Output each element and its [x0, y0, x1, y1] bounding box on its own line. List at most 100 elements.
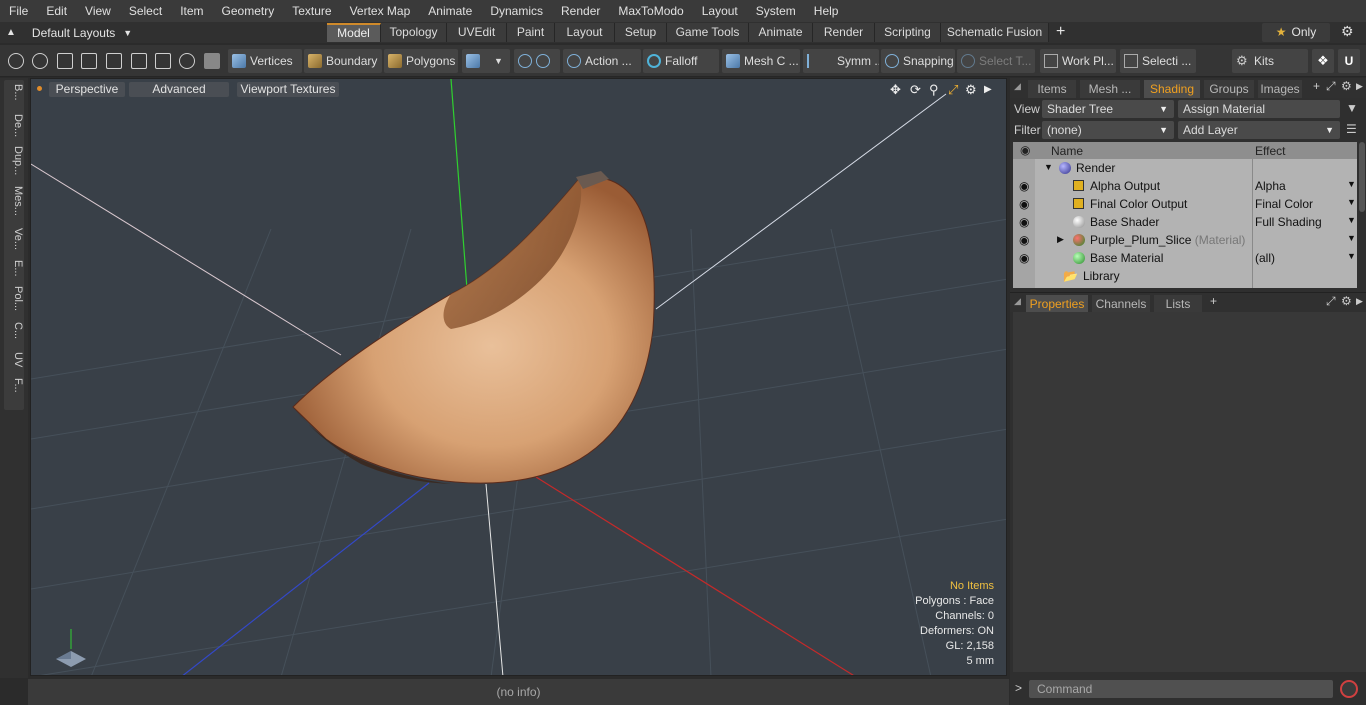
snapping-button[interactable]: Snapping [881, 49, 955, 73]
menu-help[interactable]: Help [805, 0, 848, 22]
brush-icon[interactable] [81, 53, 97, 69]
menu-view[interactable]: View [76, 0, 120, 22]
command-input[interactable] [1029, 680, 1333, 698]
tab-shading[interactable]: Shading [1144, 80, 1200, 98]
eye-icon[interactable]: ◉ [1019, 251, 1031, 265]
3d-viewport[interactable]: Perspective Advanced Viewport Textures ✥… [30, 78, 1007, 676]
tab-topology[interactable]: Topology [381, 23, 447, 42]
menu-maxtomodo[interactable]: MaxToModo [609, 0, 692, 22]
add-tab-icon[interactable]: + [1210, 294, 1217, 308]
rotate-icon[interactable]: ⟳ [910, 82, 921, 98]
symmetry-toggle-button[interactable] [514, 49, 560, 73]
gear-icon[interactable]: ⚙ [965, 82, 977, 98]
maximize-icon[interactable]: ⤢ [948, 82, 958, 98]
gear-icon[interactable]: ⚙ [1341, 23, 1354, 40]
menu-layout[interactable]: Layout [693, 0, 747, 22]
vertices-button[interactable]: Vertices [228, 49, 302, 73]
tab-uvedit[interactable]: UVEdit [447, 23, 507, 42]
tab-animate[interactable]: Animate [749, 23, 813, 42]
expand-icon[interactable]: ⤢ [1326, 79, 1336, 94]
tab-properties[interactable]: Properties [1026, 295, 1088, 313]
select-circle-icon[interactable] [8, 53, 24, 69]
shader-tree-scrollbar[interactable] [1359, 142, 1365, 212]
left-tab-edge[interactable]: E... [4, 260, 24, 277]
item-mode-icon[interactable] [204, 53, 220, 69]
play-icon[interactable]: ▶ [1356, 296, 1363, 307]
move-icon[interactable]: ✥ [890, 82, 901, 98]
menu-edit[interactable]: Edit [37, 0, 76, 22]
eye-icon[interactable]: ◉ [1019, 179, 1031, 193]
advanced-button[interactable]: Advanced [129, 82, 229, 97]
gear-icon[interactable]: ⚙ [1341, 294, 1352, 308]
left-tab-basic[interactable]: B... [4, 84, 24, 101]
kits-button[interactable]: ⚙ Kits [1232, 49, 1308, 73]
expand-arrow-icon[interactable]: ▶ [1057, 234, 1064, 245]
filter-dropdown[interactable]: (none) ▼ [1042, 121, 1174, 139]
action-button[interactable]: Action ... [563, 49, 641, 73]
menu-animate[interactable]: Animate [419, 0, 481, 22]
menu-texture[interactable]: Texture [283, 0, 340, 22]
menu-file[interactable]: File [0, 0, 37, 22]
menu-dynamics[interactable]: Dynamics [481, 0, 552, 22]
view-dropdown[interactable]: Shader Tree ▼ [1042, 100, 1174, 118]
name-column-header[interactable]: Name [1051, 144, 1083, 158]
mesh-constraints-button[interactable]: Mesh C ... [722, 49, 800, 73]
left-tab-curve[interactable]: C... [4, 322, 24, 339]
left-tab-polygon[interactable]: Pol... [4, 286, 24, 311]
layouts-dropdown[interactable]: ▲ Default Layouts ▼ [6, 22, 132, 43]
selection-sets-button[interactable]: Selecti ... [1120, 49, 1196, 73]
chevron-down-icon[interactable]: ▼ [1347, 215, 1356, 225]
viewport-textures-button[interactable]: Viewport Textures [237, 82, 339, 97]
gear-icon[interactable]: ⚙ [1341, 79, 1352, 93]
align-icon[interactable] [106, 53, 122, 69]
chevron-down-icon[interactable]: ▼ [1347, 251, 1356, 261]
perspective-button[interactable]: Perspective [49, 82, 125, 97]
effect-column-header[interactable]: Effect [1255, 144, 1285, 158]
unreal-button[interactable]: U [1338, 49, 1360, 73]
tab-items[interactable]: Items [1028, 80, 1076, 98]
tab-scripting[interactable]: Scripting [875, 23, 941, 42]
panel-menu-icon[interactable]: ◢ [1014, 296, 1021, 307]
tab-layout[interactable]: Layout [555, 23, 615, 42]
zoom-icon[interactable]: ⚲ [929, 82, 939, 98]
left-tab-duplicate[interactable]: Dup... [4, 146, 24, 175]
left-tab-vertex[interactable]: Ve... [4, 228, 24, 250]
select-through-button[interactable]: Select T... [957, 49, 1035, 73]
left-tab-deform[interactable]: De... [4, 114, 24, 137]
menu-geometry[interactable]: Geometry [213, 0, 284, 22]
table-row[interactable]: ◉ Base Material (all) ▼ [1013, 249, 1357, 267]
list-options-icon[interactable]: ☰ [1346, 122, 1357, 136]
table-row[interactable]: ◉ Alpha Output Alpha ▼ [1013, 177, 1357, 195]
polygons-button[interactable]: Polygons [384, 49, 458, 73]
record-icon[interactable] [1340, 680, 1358, 698]
tab-images[interactable]: Images [1258, 80, 1302, 98]
clock-icon[interactable] [179, 53, 195, 69]
tab-game-tools[interactable]: Game Tools [667, 23, 749, 42]
falloff-button[interactable]: Falloff [643, 49, 719, 73]
add-layer-dropdown[interactable]: Add Layer ▼ [1178, 121, 1340, 139]
expand-arrow-icon[interactable]: ▼ [1044, 162, 1053, 172]
symmetry-button[interactable]: Symm ... [803, 49, 879, 73]
eye-icon[interactable]: ◉ [1019, 197, 1031, 211]
assign-material-button[interactable]: Assign Material [1178, 100, 1340, 118]
menu-item[interactable]: Item [171, 0, 212, 22]
chevron-down-icon[interactable]: ▼ [1347, 233, 1356, 243]
table-row[interactable]: ◉ Base Shader Full Shading ▼ [1013, 213, 1357, 231]
table-row[interactable]: ▼ Render [1013, 159, 1357, 177]
left-tab-uv[interactable]: UV [4, 352, 24, 367]
work-plane-button[interactable]: Work Pl... [1040, 49, 1116, 73]
grid-icon[interactable] [131, 53, 147, 69]
expand-icon[interactable]: ⤢ [1326, 294, 1336, 309]
eye-icon[interactable]: ◉ [1019, 215, 1031, 229]
globe-icon[interactable] [32, 53, 48, 69]
play-icon[interactable]: ▶ [1356, 81, 1363, 92]
chevron-down-icon[interactable]: ▼ [1347, 197, 1356, 207]
tab-lists[interactable]: Lists [1154, 295, 1202, 313]
only-toggle[interactable]: ★ Only [1262, 23, 1330, 42]
tab-channels[interactable]: Channels [1092, 295, 1150, 313]
tab-schematic-fusion[interactable]: Schematic Fusion [941, 23, 1049, 42]
eye-icon[interactable]: ◉ [1019, 233, 1031, 247]
menu-select[interactable]: Select [120, 0, 171, 22]
pen-icon[interactable] [57, 53, 73, 69]
unity-button[interactable]: ❖ [1312, 49, 1334, 73]
